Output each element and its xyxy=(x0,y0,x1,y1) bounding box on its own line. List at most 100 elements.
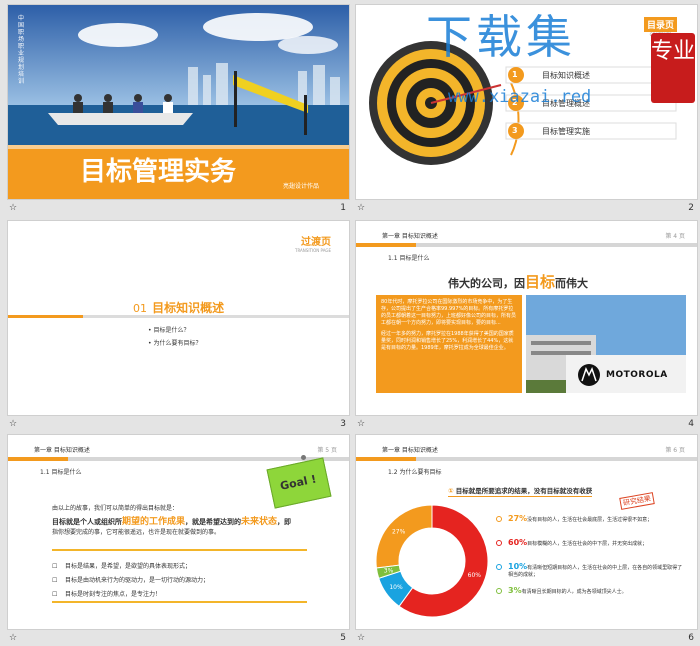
cover-vertical-text: 中国职场职业规划培训 xyxy=(18,15,25,85)
toc-tag-text: 目录页 xyxy=(644,17,678,32)
header-rule xyxy=(8,457,349,461)
checklist: ☐ 目标是结果，是希望，是欲望的具体表现形式； ☐ 目标是由动机来行为的驱动力，… xyxy=(52,561,209,598)
star-icon[interactable]: ☆ xyxy=(9,419,17,429)
donut-label: 60% xyxy=(468,572,482,579)
def-part: 目标就是个人或组织所 xyxy=(52,518,122,526)
motorola-logo-text: MOTOROLA xyxy=(606,370,668,380)
slide-6[interactable]: 第一章 目标知识概述 第 6 页 1.2 为什么要有目标 ① 目标就是所要追求的… xyxy=(355,434,698,630)
banner-number: ① xyxy=(448,487,454,495)
definition-text: 目标就是个人或组织所期望的工作成果，就是希望达到的未来状态，即 指你想要完成的事… xyxy=(52,517,307,538)
legend-item: 3%有清晰且长期目标的人，成为各领域顶尖人士。 xyxy=(496,587,686,607)
banner-text: 目标就是所要追求的结果，没有目标就没有收获 xyxy=(455,487,593,495)
legend-dot xyxy=(496,564,502,570)
star-icon[interactable]: ☆ xyxy=(9,203,17,213)
header-rule xyxy=(356,457,697,461)
def-part: ，即 xyxy=(277,518,292,526)
cover-tag: 亮翅设计作品 xyxy=(283,181,319,190)
legend-dot xyxy=(496,588,502,594)
legend-dot xyxy=(496,516,502,522)
checklist-text: 目标是由动机来行为的驱动力，是一切行动的源动力； xyxy=(65,577,210,584)
section-bullets: • 目标是什么？ • 为什么要有目标？ xyxy=(148,325,201,347)
legend-pct: 3% xyxy=(508,586,522,595)
section-heading: 01 目标知识概述 xyxy=(133,297,224,316)
section-rule xyxy=(8,315,349,318)
page-label: 第 5 页 xyxy=(317,447,337,454)
slide-5[interactable]: 第一章 目标知识概述 第 5 页 1.1 目标是什么 Goal ! 由以上的故事… xyxy=(7,434,350,630)
star-icon[interactable]: ☆ xyxy=(357,633,365,643)
toc-item-number: 3 xyxy=(512,126,518,135)
slide-1[interactable]: 中国职场职业规划培训 目标管理实务 亮翅设计作品 xyxy=(7,4,350,200)
slide-4[interactable]: 第一章 目标知识概述 第 4 页 1.1 目标是什么 伟大的公司，因目标而伟大 … xyxy=(355,220,698,416)
cover-tag-text: 亮翅设计作品 xyxy=(283,183,320,190)
slide-3[interactable]: 过渡页 TRANSITION PAGE 01 目标知识概述 • 目标是什么？ •… xyxy=(7,220,350,416)
donut-slice xyxy=(375,504,433,569)
slide-number: 2 xyxy=(688,203,694,213)
checklist-item: ☐ 目标是结果，是希望，是欲望的具体表现形式； xyxy=(52,563,192,570)
slide-2[interactable]: 目录页 CONTENTS 1 目标知识概述 2 目标管理概述 3 目标管理实施 … xyxy=(355,4,698,200)
pin-icon xyxy=(301,455,306,460)
slide-3-cell[interactable]: 过渡页 TRANSITION PAGE 01 目标知识概述 • 目标是什么？ •… xyxy=(7,220,350,432)
slide-heading: 伟大的公司，因目标而伟大 xyxy=(448,271,588,292)
slide-6-cell[interactable]: 第一章 目标知识概述 第 6 页 1.2 为什么要有目标 ① 目标就是所要追求的… xyxy=(355,434,698,646)
subsection-title: 1.2 为什么要有目标 xyxy=(388,469,442,476)
watermark-text: 下载集 xyxy=(426,10,576,64)
slide-number: 1 xyxy=(340,203,346,213)
donut-label: 3% xyxy=(384,568,394,575)
definition-rule xyxy=(52,549,307,551)
bullet-text: 为什么要有目标？ xyxy=(153,340,202,347)
checklist-text: 目标是结果，是希望，是欲望的具体表现形式； xyxy=(65,563,192,570)
toc-item-label: 目标管理实施 xyxy=(542,127,590,136)
transition-tag: 过渡页 TRANSITION PAGE xyxy=(295,233,331,253)
checklist-item: ☐ 目标是由动机来行为的驱动力，是一切行动的源动力； xyxy=(52,577,210,584)
chapter-header: 第一章 目标知识概述 xyxy=(34,447,90,454)
def-highlight: 未来状态 xyxy=(241,517,278,527)
watermark-badge: 专业 xyxy=(651,33,695,103)
slide-number: 3 xyxy=(340,419,346,429)
star-icon[interactable]: ☆ xyxy=(357,203,365,213)
bullet-text: 目标是什么？ xyxy=(153,327,190,334)
slide-number: 6 xyxy=(688,633,694,643)
legend-item: 60%目标模糊的人，生活在社会的中下层，并无突出成就； xyxy=(496,539,686,563)
heading-part: 而伟大 xyxy=(555,277,589,290)
slide-1-cell[interactable]: 中国职场职业规划培训 目标管理实务 亮翅设计作品 ☆ 1 xyxy=(7,4,350,216)
transition-tag-text: 过渡页 xyxy=(301,237,331,248)
research-stamp: 研究结果 xyxy=(619,492,655,510)
checklist-item: ☐ 目标是时刻专注的焦点，是专注力！ xyxy=(52,591,162,598)
watermark: 下载集 www.xiazai.red xyxy=(426,10,591,107)
page-label: 第 6 页 xyxy=(665,447,685,454)
goal-sticky-note: Goal ! xyxy=(266,457,332,509)
legend-text: 有清晰且长期目标的人，成为各领域顶尖人士。 xyxy=(521,589,627,595)
def-highlight: 期望的工作成果 xyxy=(122,517,186,527)
section-title: 目标知识概述 xyxy=(152,301,225,315)
slide-number: 4 xyxy=(688,419,694,429)
legend-item: 10%有清晰但短期目标的人，生活在社会的中上层，在各自的领域里取得了相当的成就； xyxy=(496,563,686,587)
section-number: 01 xyxy=(133,302,147,315)
heading-part: 伟大的公司，因 xyxy=(448,277,525,290)
donut-label: 10% xyxy=(389,584,403,591)
legend-item: 27%没有目标的人，生活在社会最底层，生活过得很不如意； xyxy=(496,515,686,539)
donut-label: 27% xyxy=(392,529,406,536)
header-rule xyxy=(356,243,697,247)
slide-4-cell[interactable]: 第一章 目标知识概述 第 4 页 1.1 目标是什么 伟大的公司，因目标而伟大 … xyxy=(355,220,698,432)
legend-text: 目标模糊的人，生活在社会的中下层，并无突出成就； xyxy=(527,541,648,547)
transition-tag-sub: TRANSITION PAGE xyxy=(295,248,331,253)
checklist-rule xyxy=(52,601,307,603)
def-part: 指你想要完成的事，它可能很遥远，也许是现在就要做到的事。 xyxy=(52,529,221,536)
intro-text: 由以上的故事，我们可以简单的得出目标就是： xyxy=(52,505,179,512)
chapter-header: 第一章 目标知识概述 xyxy=(382,233,438,240)
goal-note-text: Goal ! xyxy=(278,472,318,493)
legend-text: 有清晰但短期目标的人，生活在社会的中上层，在各自的领域里取得了相当的成就； xyxy=(508,565,683,578)
story-para: 经过一年多的努力，摩托罗拉在1988年获得了美国的国家质量奖，同时利润和销售增长… xyxy=(381,331,514,351)
slide-5-cell[interactable]: 第一章 目标知识概述 第 5 页 1.1 目标是什么 Goal ! 由以上的故事… xyxy=(7,434,350,646)
star-icon[interactable]: ☆ xyxy=(357,419,365,429)
slide-2-cell[interactable]: 目录页 CONTENTS 1 目标知识概述 2 目标管理概述 3 目标管理实施 … xyxy=(355,4,698,216)
legend-pct: 60% xyxy=(508,538,528,547)
finding-banner: ① 目标就是所要追求的结果，没有目标就没有收获 xyxy=(448,485,593,497)
star-icon[interactable]: ☆ xyxy=(9,633,17,643)
toc-item-label: 目标知识概述 xyxy=(542,71,590,80)
legend-text: 没有目标的人，生活在社会最底层，生活过得很不如意； xyxy=(527,517,653,523)
heading-highlight: 目标 xyxy=(525,273,556,291)
watermark-url: www.xiazai.red xyxy=(448,87,592,107)
toc-item-number: 1 xyxy=(512,70,518,79)
story-para: 80年代时，摩托罗拉公司在国际激烈的市场竞争中，为了生存，公司提出了生产合格率9… xyxy=(381,299,517,326)
